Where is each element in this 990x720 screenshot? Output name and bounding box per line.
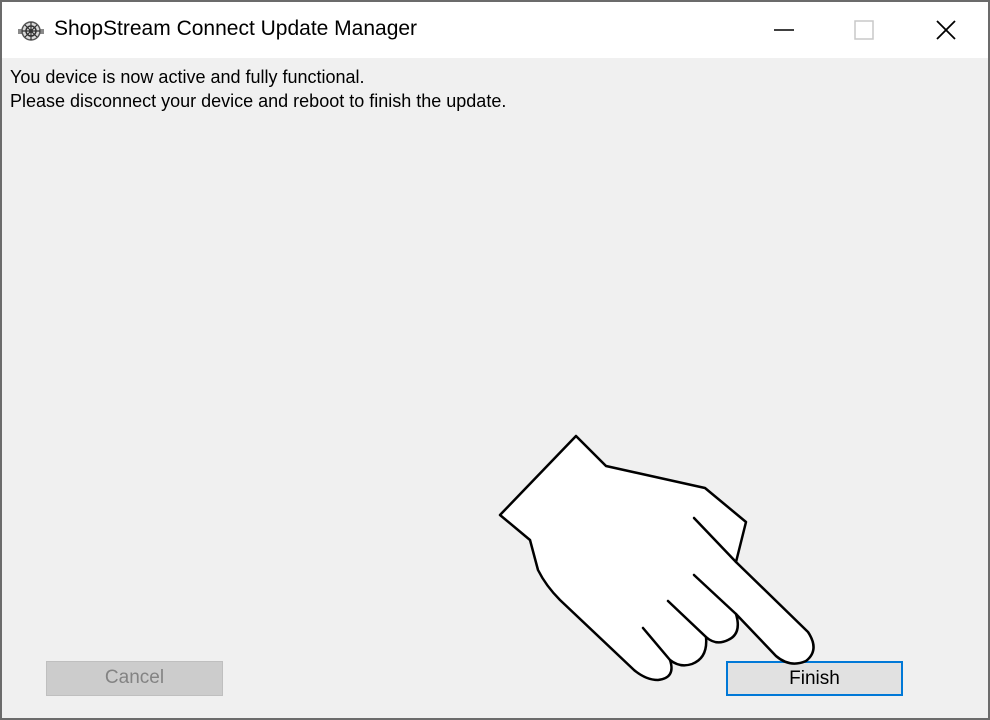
close-icon [936,20,956,40]
finish-button[interactable]: Finish [726,661,903,696]
title-bar[interactable]: ShopStream Connect Update Manager [2,2,988,58]
status-message: You device is now active and fully funct… [10,67,365,87]
minimize-button[interactable] [744,2,824,58]
cancel-button: Cancel [46,661,223,696]
minimize-icon [774,29,794,31]
maximize-icon [854,20,874,40]
app-icon [18,21,44,41]
instruction-message: Please disconnect your device and reboot… [10,91,507,111]
content-area: You device is now active and fully funct… [2,58,988,718]
window-title: ShopStream Connect Update Manager [54,17,418,40]
update-manager-window: ShopStream Connect Update Manager You de… [0,0,990,720]
maximize-button [824,2,904,58]
close-button[interactable] [906,2,986,58]
